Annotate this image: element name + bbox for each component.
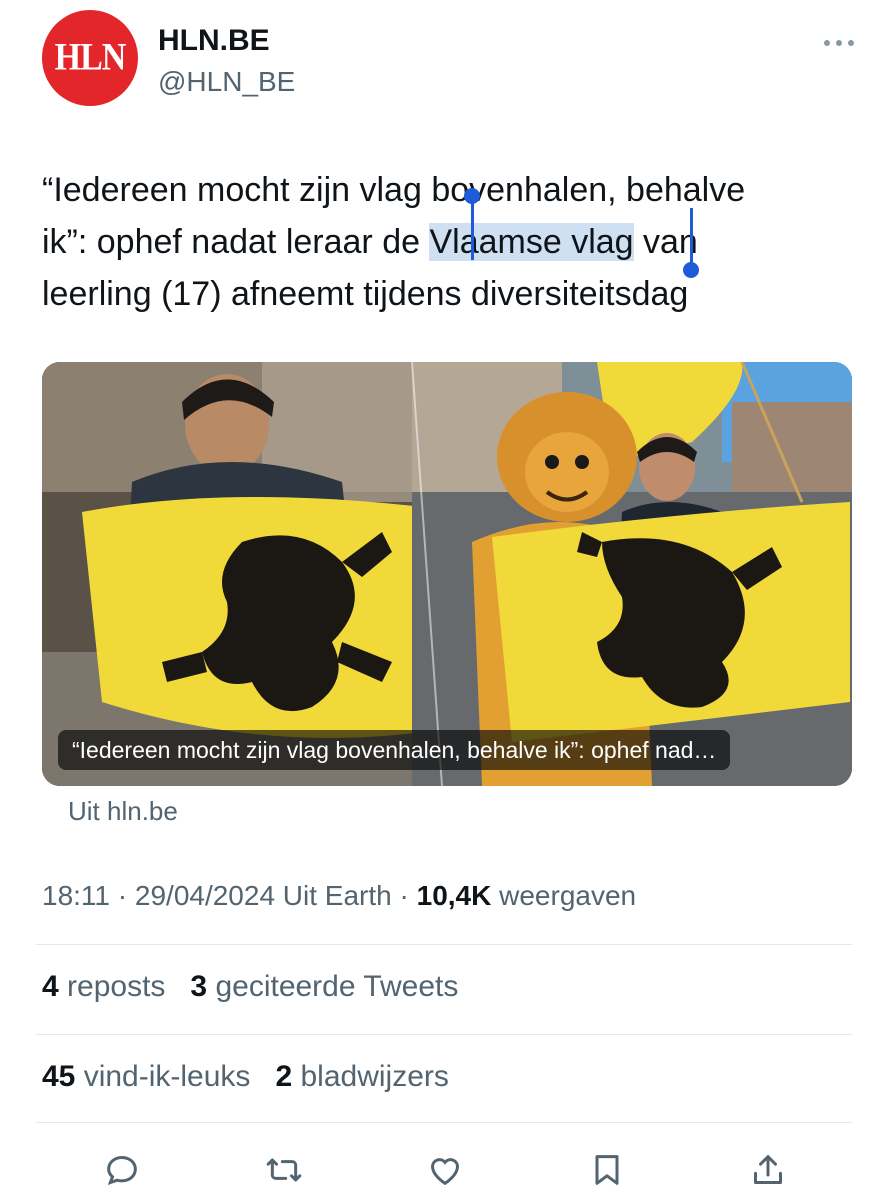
avatar[interactable]: HLN (42, 10, 138, 106)
selected-text[interactable]: Vlaamse vlag (429, 223, 634, 261)
divider (36, 1034, 852, 1035)
views-label[interactable]: weergaven (491, 880, 636, 911)
link-card[interactable]: “Iedereen mocht zijn vlag bovenhalen, be… (42, 362, 852, 786)
quotes-count[interactable]: 3 (190, 970, 207, 1003)
like-icon[interactable] (423, 1148, 467, 1192)
card-source[interactable]: Uit hln.be (68, 796, 178, 827)
retweet-icon[interactable] (262, 1148, 306, 1192)
bookmarks-count[interactable]: 2 (275, 1060, 292, 1093)
reposts-label[interactable]: reposts (59, 970, 165, 1003)
selection-end-handle[interactable] (690, 208, 693, 270)
tweet-text-line2b: van (633, 223, 698, 261)
tweet-client: Uit Earth (275, 880, 392, 911)
tweet-text-line1b: bovenhalen, behalve (431, 171, 746, 209)
tweet-meta: 18:11 · 29/04/2024 Uit Earth · 10,4K wee… (42, 880, 636, 912)
tweet-text-line3: leerling (17) afneemt tijdens diversitei… (42, 275, 689, 313)
selection-start-dot[interactable] (464, 188, 480, 204)
divider (36, 1122, 852, 1123)
reply-icon[interactable] (100, 1148, 144, 1192)
meta-separator: · (391, 880, 417, 911)
account-handle[interactable]: @HLN_BE (158, 66, 295, 98)
selection-end-dot[interactable] (683, 262, 699, 278)
stats-row-reposts: 4 reposts 3 geciteerde Tweets (42, 970, 458, 1004)
quotes-label[interactable]: geciteerde Tweets (207, 970, 458, 1003)
tweet-header: HLN HLN.BE @HLN_BE (42, 10, 862, 110)
tweet-text-line2a: ik”: ophef nadat leraar de (42, 223, 430, 261)
tweet-time[interactable]: 18:11 (42, 880, 110, 911)
more-icon[interactable] (822, 28, 856, 54)
tweet-text[interactable]: “Iedereen mocht zijn vlag bovenhalen, be… (42, 164, 842, 320)
likes-count[interactable]: 45 (42, 1060, 75, 1093)
views-count[interactable]: 10,4K (417, 880, 492, 911)
share-icon[interactable] (746, 1148, 790, 1192)
selection-start-handle[interactable] (471, 196, 474, 260)
article-photo (42, 362, 852, 786)
reposts-count[interactable]: 4 (42, 970, 59, 1003)
divider (36, 944, 852, 945)
avatar-logo-text: HLN (54, 36, 127, 79)
account-name[interactable]: HLN.BE (158, 24, 270, 58)
tweet-text-line1a: “Iedereen mocht zijn vlag (42, 171, 432, 209)
bookmark-icon[interactable] (585, 1148, 629, 1192)
tweet-date[interactable]: 29/04/2024 (135, 880, 275, 911)
likes-label[interactable]: vind-ik-leuks (75, 1060, 251, 1093)
bookmarks-label[interactable]: bladwijzers (292, 1060, 448, 1093)
card-caption: “Iedereen mocht zijn vlag bovenhalen, be… (58, 730, 731, 770)
meta-separator: · (110, 880, 135, 911)
action-bar (100, 1148, 790, 1192)
stats-row-likes: 45 vind-ik-leuks 2 bladwijzers (42, 1060, 449, 1094)
